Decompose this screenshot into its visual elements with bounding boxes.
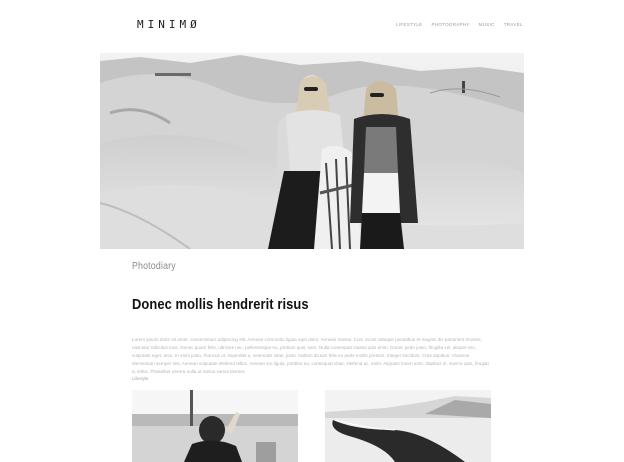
hero-photo[interactable] (100, 53, 524, 249)
nav-item-music[interactable]: MUSIC (479, 22, 495, 27)
nav-item-lifestyle[interactable]: LIFESTYLE (396, 22, 422, 27)
thumbnail-photo-image (325, 390, 491, 462)
nav-item-travel[interactable]: TRAVEL (504, 22, 523, 27)
post-category[interactable]: Photodiary (132, 261, 176, 272)
thumbnail-photo-image (132, 390, 298, 462)
thumbnail-photo[interactable] (132, 390, 298, 462)
post-excerpt: Lorem ipsum dolor sit amet, consectetuer… (132, 337, 489, 374)
main-nav: LIFESTYLE PHOTOGRAPHY MUSIC TRAVEL (396, 22, 523, 27)
hero-photo-image (100, 53, 524, 249)
nav-item-photography[interactable]: PHOTOGRAPHY (431, 22, 469, 27)
site-logo[interactable]: MINIMØ (137, 18, 201, 31)
thumbnail-photo[interactable] (325, 390, 491, 462)
post-tag[interactable]: Lifestyle (132, 376, 149, 381)
post-title[interactable]: Donec mollis hendrerit risus (132, 296, 309, 313)
